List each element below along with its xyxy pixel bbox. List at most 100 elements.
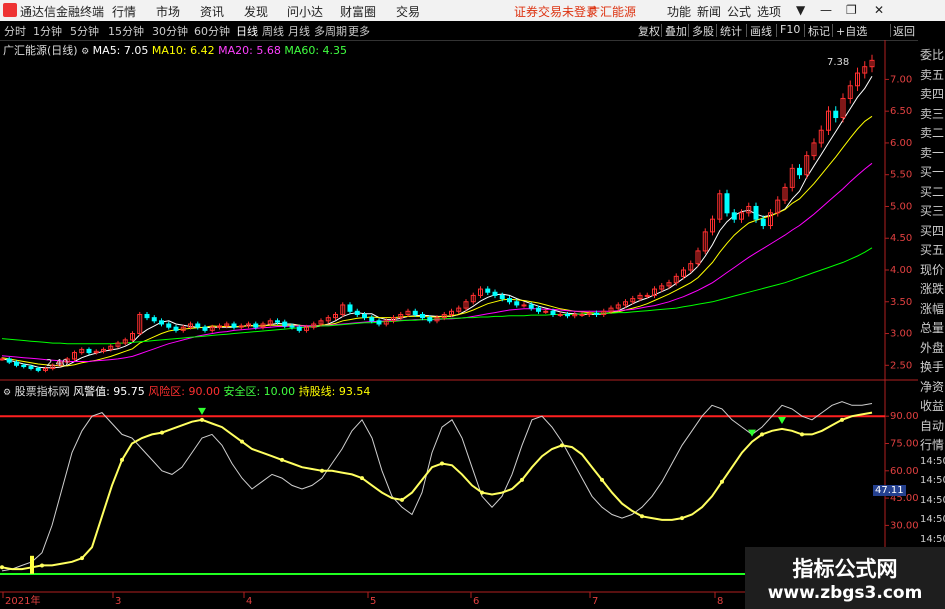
period-weekly[interactable]: 周线: [262, 23, 284, 39]
close-icon[interactable]: ✕: [874, 3, 884, 17]
candle-body: [644, 294, 650, 297]
quote-panel-label: 涨幅: [920, 301, 945, 316]
menu-trade[interactable]: 交易: [396, 3, 420, 20]
quote-panel-label: 14:50: [920, 494, 945, 506]
hold-line-dot: [840, 417, 844, 422]
mark-button[interactable]: 标记: [808, 23, 830, 39]
period-more[interactable]: 更多: [348, 23, 370, 39]
main-legend-name: 广汇能源(日线): [3, 44, 78, 57]
risk-value-label: 风警值: 95.75: [73, 385, 145, 398]
price-tick-label: 7.00: [890, 74, 912, 85]
restore-icon[interactable]: ❐: [846, 3, 857, 17]
candle-body: [521, 304, 527, 307]
menu-discover[interactable]: 发现: [244, 3, 268, 20]
candle-body: [579, 313, 585, 316]
menu-news-right[interactable]: 新闻: [697, 3, 721, 20]
menu-ask[interactable]: 问小达: [287, 3, 323, 20]
period-daily[interactable]: 日线: [236, 23, 258, 39]
candle-body: [202, 326, 208, 331]
settings-icon[interactable]: ⚙: [81, 47, 89, 57]
quote-panel-label: 现价: [920, 262, 945, 277]
date-tick-label: 6: [473, 596, 479, 607]
back-button[interactable]: 返回: [893, 23, 915, 39]
indicator-current-value: 47.11: [873, 485, 906, 496]
indicator-settings-icon[interactable]: ⚙: [3, 388, 11, 398]
candle-body: [231, 323, 237, 328]
menu-function[interactable]: 功能: [667, 3, 691, 20]
f10-button[interactable]: F10: [780, 23, 800, 36]
hold-line-label: 持股线: 93.54: [298, 385, 371, 398]
candle-body: [0, 358, 5, 361]
quote-panel-label: 14:50: [920, 533, 945, 545]
period-60min[interactable]: 60分钟: [194, 23, 230, 39]
date-tick-label: 4: [246, 596, 252, 607]
login-notice[interactable]: 证券交易未登录: [514, 3, 598, 20]
period-monthly[interactable]: 月线: [288, 23, 310, 39]
draw-line-button[interactable]: 画线: [750, 23, 772, 39]
menu-wealth-circle[interactable]: 财富圈: [340, 3, 376, 20]
candle-body: [86, 348, 92, 354]
indicator-tick-label: 90.00: [890, 411, 918, 422]
price-tick-label: 6.50: [890, 106, 912, 117]
watermark-title: 指标公式网: [792, 557, 898, 581]
menu-news[interactable]: 资讯: [200, 3, 224, 20]
candle-body: [543, 310, 549, 313]
toolbar-divider: [661, 24, 662, 37]
price-tick-label: 2.50: [890, 360, 912, 371]
price-tick-label: 5.50: [890, 170, 912, 181]
candle-body: [724, 193, 730, 214]
candle-body: [420, 313, 425, 319]
quote-panel-label: 买四: [920, 223, 945, 238]
adjust-button[interactable]: 复权: [638, 23, 660, 39]
candle-body: [369, 317, 375, 322]
candle-body: [760, 218, 766, 227]
main-legend: 广汇能源(日线) ⚙ MA5: 7.05 MA10: 6.42 MA20: 5.…: [3, 42, 347, 58]
menu-formula[interactable]: 公式: [727, 3, 751, 20]
title-bar: 通达信金融终端 行情 市场 资讯 发现 问小达 财富圈 交易 证券交易未登录 广…: [0, 0, 945, 22]
menu-market-quotes[interactable]: 行情: [112, 3, 136, 20]
indicator-name: 股票指标网: [14, 385, 70, 398]
candle-body: [514, 301, 520, 306]
period-1min[interactable]: 1分钟: [33, 23, 62, 39]
chart-area[interactable]: 7.00 6.50 6.00 5.50 5.00 4.50 4.00 3.50 3.00 2.50…: [0, 40, 918, 609]
price-tick-label: 3.50: [890, 297, 912, 308]
candle-body: [499, 294, 505, 300]
indicator-tick-label: 75.00: [890, 439, 918, 450]
hold-line-dot: [400, 497, 404, 502]
candle-body: [354, 310, 360, 315]
toolbar-divider: [832, 24, 833, 37]
period-30min[interactable]: 30分钟: [152, 23, 188, 39]
price-tick-label: 3.00: [890, 329, 912, 340]
period-15min[interactable]: 15分钟: [108, 23, 144, 39]
minimize-icon[interactable]: —: [820, 3, 832, 17]
app-logo-icon: [3, 3, 17, 17]
indicator-fast-line: [1, 401, 873, 572]
stock-title: 广汇能源: [588, 5, 637, 19]
hold-line-dot: [440, 461, 444, 466]
price-tick-label: 5.00: [890, 201, 912, 212]
candle-body: [550, 310, 556, 315]
quote-panel-label: 14:50: [920, 455, 945, 467]
buy-signal-bar: [30, 555, 34, 574]
price-tick-label: 4.50: [890, 233, 912, 244]
watermark-url: www.zbgs3.com: [767, 583, 923, 603]
candle-body: [282, 321, 288, 327]
candle-body: [557, 313, 563, 316]
add-watchlist-button[interactable]: +自选: [836, 23, 867, 39]
candle-body: [159, 320, 164, 325]
period-5min[interactable]: 5分钟: [70, 23, 99, 39]
sell-signal-arrow: [778, 416, 786, 424]
menu-options[interactable]: 选项: [757, 3, 781, 20]
dropdown-icon[interactable]: ▼: [796, 3, 805, 17]
stats-button[interactable]: 统计: [720, 23, 742, 39]
hold-line-dot: [280, 457, 284, 462]
quote-panel-label: 卖三: [920, 106, 945, 121]
candle-body: [731, 212, 737, 220]
period-multi[interactable]: 多周期: [314, 23, 347, 39]
overlay-button[interactable]: 叠加: [665, 23, 687, 39]
candle-body: [28, 366, 34, 369]
candle-body: [296, 326, 302, 331]
period-intraday[interactable]: 分时: [4, 23, 26, 39]
multi-stock-button[interactable]: 多股: [692, 23, 714, 39]
menu-market[interactable]: 市场: [156, 3, 180, 20]
